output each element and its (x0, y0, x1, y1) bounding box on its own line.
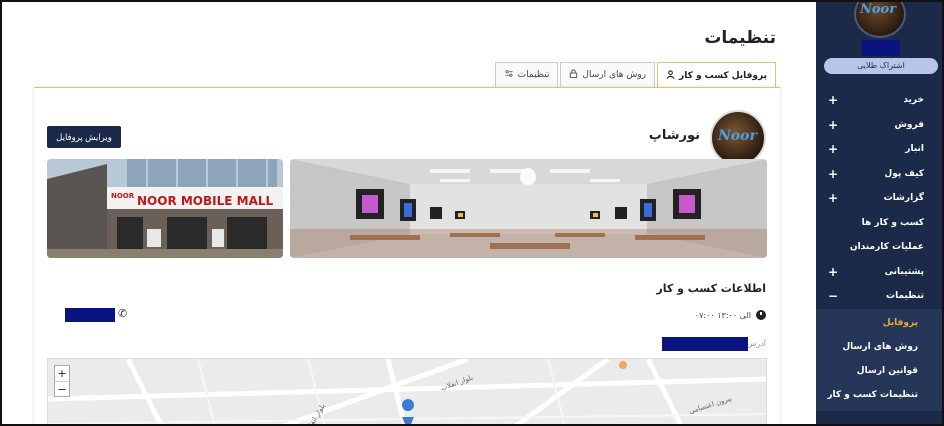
banner-store-interior (290, 159, 767, 258)
sidebar: Noor اشتراک طلایی + خرید + فروش + انبار … (816, 2, 942, 424)
banner-store-exterior: NOOR MOBILE MALL NOOR (47, 159, 283, 258)
address-label: آدرس (746, 339, 766, 348)
user-icon (666, 69, 675, 82)
store-sign-text: NOOR MOBILE MALL (137, 194, 274, 208)
sidebar-item-employee-ops[interactable]: عملیات کارمندان (816, 235, 942, 260)
settings-tabs: پروفایل کسب و کار روش های ارسال تنظیمات (433, 62, 776, 88)
sliders-icon (504, 69, 514, 81)
expand-icon[interactable]: + (828, 191, 838, 205)
expand-icon[interactable]: + (828, 142, 838, 156)
expand-icon[interactable]: + (828, 93, 838, 107)
submenu-item-business-settings[interactable]: تنظیمات کسب و کار (816, 383, 942, 407)
sidebar-item-wallet[interactable]: + کیف پول (816, 162, 942, 187)
expand-icon[interactable]: + (828, 265, 838, 279)
submenu-item-shipping-rules[interactable]: قوانین ارسال (816, 359, 942, 383)
tab-label: تنظیمات (517, 70, 550, 80)
sidebar-item-support[interactable]: + پشتیبانی (816, 260, 942, 285)
sidebar-item-label: عملیات کارمندان (849, 242, 924, 253)
tab-label: روش های ارسال (582, 70, 647, 80)
redacted-phone (65, 308, 115, 322)
page-title: تنظیمات (704, 28, 776, 48)
settings-submenu: پروفایل روش های ارسال قوانین ارسال تنظیم… (816, 308, 942, 411)
sidebar-logo[interactable]: Noor (854, 2, 906, 38)
sidebar-item-label: کسب و کار ها (861, 217, 924, 228)
sidebar-logo-text: Noor (860, 2, 897, 17)
business-logo-text: Noor (718, 128, 757, 144)
location-map[interactable]: بلوار انقلاب بیرون اعتصامی بلوار انقلاب … (47, 358, 767, 424)
sidebar-item-label: پشتیبانی (884, 266, 924, 277)
sidebar-item-label: خرید (903, 95, 924, 106)
zoom-in-button[interactable]: + (55, 366, 69, 381)
app-frame: Noor اشتراک طلایی + خرید + فروش + انبار … (0, 0, 944, 426)
working-hours: ۰۷:۰۰ الی ۱۳:۰۰ (695, 310, 766, 320)
sidebar-item-label: تنظیمات (886, 291, 924, 302)
redacted-username (862, 40, 900, 56)
sidebar-item-warehouse[interactable]: + انبار (816, 137, 942, 162)
map-zoom-control: + − (54, 365, 70, 397)
sidebar-item-label: انبار (905, 144, 924, 155)
subscription-badge: اشتراک طلایی (824, 58, 938, 74)
lock-icon (569, 69, 578, 81)
tab-label: پروفایل کسب و کار (679, 70, 767, 81)
sidebar-item-businesses[interactable]: کسب و کار ها (816, 211, 942, 236)
hours-text: ۰۷:۰۰ الی ۱۳:۰۰ (694, 310, 751, 320)
sidebar-item-label: گزارشات (883, 193, 924, 204)
business-logo: Noor (710, 110, 766, 166)
edit-profile-button[interactable]: ویرایش پروفایل (47, 126, 121, 148)
clock-icon (756, 310, 766, 320)
redacted-address (662, 337, 748, 351)
business-name: نورشاپ (648, 128, 700, 143)
zoom-out-button[interactable]: − (55, 381, 69, 396)
tab-shipping-methods[interactable]: روش های ارسال (560, 62, 656, 87)
submenu-item-shipping-methods[interactable]: روش های ارسال (816, 335, 942, 359)
sidebar-item-settings[interactable]: − تنظیمات (816, 284, 942, 309)
tab-business-profile[interactable]: پروفایل کسب و کار (657, 62, 776, 88)
expand-icon[interactable]: + (828, 118, 838, 132)
submenu-item-profile[interactable]: پروفایل (816, 311, 942, 335)
sidebar-item-sales[interactable]: + فروش (816, 113, 942, 138)
tab-settings[interactable]: تنظیمات (494, 62, 559, 87)
sidebar-item-reports[interactable]: + گزارشات (816, 186, 942, 211)
store-sign-small-text: NOOR (111, 192, 135, 200)
business-info-title: اطلاعات کسب و کار (656, 282, 766, 295)
business-profile-panel: Noor نورشاپ ویرایش پروفایل NOOR MOBILE M… (34, 87, 780, 424)
phone-icon: ✆ (118, 307, 128, 320)
sidebar-item-purchase[interactable]: + خرید (816, 88, 942, 113)
collapse-icon[interactable]: − (828, 289, 838, 303)
sidebar-item-label: فروش (894, 119, 924, 130)
sidebar-menu: + خرید + فروش + انبار + کیف پول + گزارشا… (816, 88, 942, 411)
expand-icon[interactable]: + (828, 167, 838, 181)
sidebar-item-label: کیف پول (884, 168, 924, 179)
